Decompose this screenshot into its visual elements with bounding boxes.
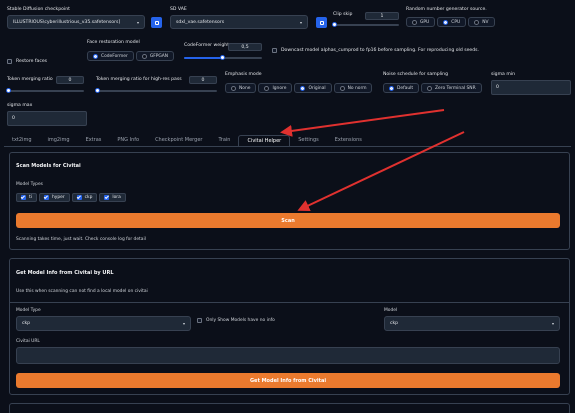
arrow-to-scan-button [297, 131, 465, 212]
annotation-arrows [280, 109, 465, 212]
arrow-to-civitai-tab [280, 109, 445, 137]
